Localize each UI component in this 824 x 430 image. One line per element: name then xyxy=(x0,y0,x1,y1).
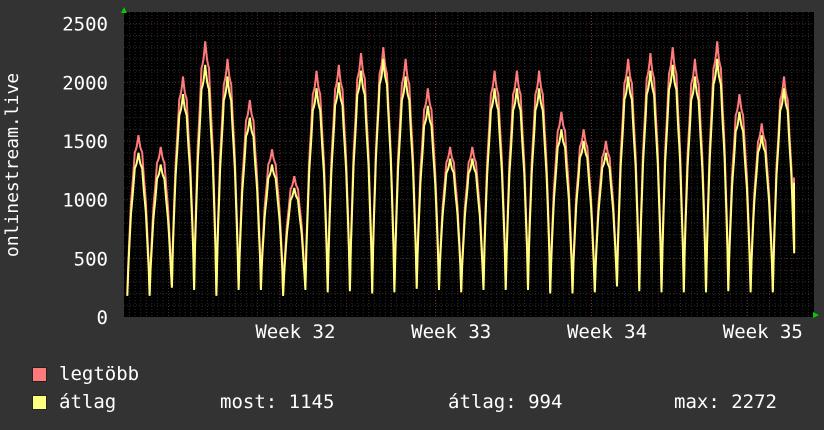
stat-maximum: max: 2272 xyxy=(674,391,777,413)
y-tick-label: 2500 xyxy=(62,14,108,36)
legend-item-avg: átlag xyxy=(32,392,116,412)
y-axis-ticks: 0 500 1000 1500 2000 2500 xyxy=(62,14,108,329)
y-tick-label: 2000 xyxy=(62,72,108,94)
legend-item-max: legtöbb xyxy=(32,364,139,384)
x-tick-label: Week 34 xyxy=(567,321,647,343)
legend-swatch-avg xyxy=(32,394,47,410)
stat-average: átlag: 994 xyxy=(448,391,563,413)
y-tick-label: 500 xyxy=(74,248,108,270)
y-tick-label: 1000 xyxy=(62,190,108,212)
legend-label-avg: átlag xyxy=(59,391,117,413)
x-tick-label: Week 35 xyxy=(723,321,803,343)
y-axis-label: onlinestream.live xyxy=(2,73,23,257)
chart: 05001000150020002500 Week 32 Week 33 Week … xyxy=(2,7,819,343)
x-axis-arrow-icon xyxy=(813,312,819,318)
y-axis-arrow-icon xyxy=(121,7,127,13)
x-axis-ticks: Week 32 Week 33 Week 34 Week 35 xyxy=(255,321,802,343)
legend-label-max: legtöbb xyxy=(59,363,140,385)
legend-swatch-max xyxy=(32,366,47,382)
y-tick-label: 0 xyxy=(97,307,108,329)
y-tick-label: 1500 xyxy=(62,131,108,153)
stat-current: most: 1145 xyxy=(220,391,335,413)
x-tick-label: Week 33 xyxy=(411,321,491,343)
x-tick-label: Week 32 xyxy=(255,321,335,343)
